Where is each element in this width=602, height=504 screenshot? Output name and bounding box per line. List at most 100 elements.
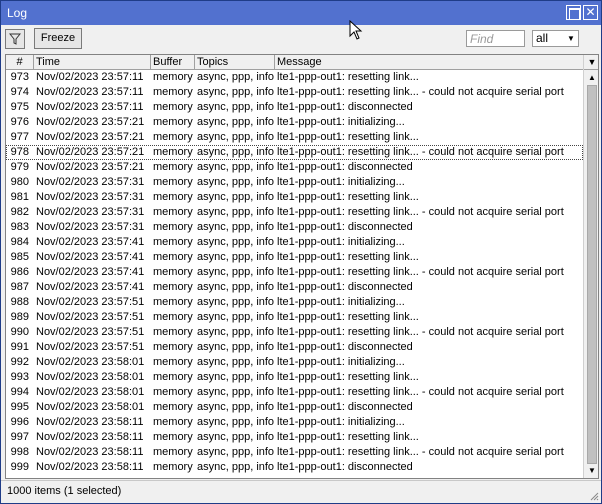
row-time: Nov/02/2023 23:58:11 [36, 431, 144, 443]
row-topics: async, ppp, info [197, 221, 275, 233]
row-topics: async, ppp, info [197, 236, 275, 248]
row-time: Nov/02/2023 23:57:21 [36, 116, 145, 128]
column-header-topics[interactable]: Topics [195, 55, 275, 69]
row-topics: async, ppp, info [197, 356, 275, 368]
maximize-icon[interactable] [566, 5, 581, 20]
table-row[interactable]: 977 Nov/02/2023 23:57:21 memory async, ppp,… [6, 130, 583, 145]
table-row[interactable]: 973 Nov/02/2023 23:57:11 memory async, ppp,… [6, 70, 583, 85]
table-row[interactable]: 991 Nov/02/2023 23:57:51 memory async, ppp,… [6, 340, 583, 355]
table-row[interactable]: 985 Nov/02/2023 23:57:41 memory async, ppp,… [6, 250, 583, 265]
table-row[interactable]: 978 Nov/02/2023 23:57:21 memory async, ppp,… [6, 145, 583, 160]
filter-select[interactable]: all ▼ [532, 30, 579, 47]
table-row[interactable]: 987 Nov/02/2023 23:57:41 memory async, ppp,… [6, 280, 583, 295]
row-message: lte1-ppp-out1: initializing... [277, 416, 405, 428]
row-number: 992 [10, 356, 29, 368]
row-message: lte1-ppp-out1: resetting link... [277, 131, 419, 143]
row-topics: async, ppp, info [197, 206, 275, 218]
table-row[interactable]: 989 Nov/02/2023 23:57:51 memory async, ppp,… [6, 310, 583, 325]
row-message: lte1-ppp-out1: resetting link... - could… [277, 206, 564, 218]
toolbar: Freeze all ▼ [1, 25, 601, 53]
row-topics: async, ppp, info [197, 101, 275, 113]
row-buffer: memory [153, 161, 193, 173]
row-time: Nov/02/2023 23:58:01 [36, 356, 145, 368]
row-number: 976 [10, 116, 29, 128]
column-header-number[interactable]: # [6, 55, 34, 69]
table-row[interactable]: 974 Nov/02/2023 23:57:11 memory async, ppp,… [6, 85, 583, 100]
table-row[interactable]: 986 Nov/02/2023 23:57:41 memory async, ppp,… [6, 265, 583, 280]
column-menu-arrow-icon[interactable]: ▼ [584, 55, 598, 70]
table-row[interactable]: 988 Nov/02/2023 23:57:51 memory async, ppp,… [6, 295, 583, 310]
row-message: lte1-ppp-out1: resetting link... - could… [277, 146, 564, 158]
row-number: 994 [10, 386, 29, 398]
column-header-time[interactable]: Time [34, 55, 151, 69]
log-table: # Time Buffer Topics Message 973 Nov/02/2… [5, 54, 599, 479]
row-time: Nov/02/2023 23:57:31 [36, 206, 145, 218]
vertical-scrollbar[interactable]: ▼ ▲ ▼ [583, 55, 598, 478]
filter-button[interactable] [5, 29, 25, 49]
table-row[interactable]: 994 Nov/02/2023 23:58:01 memory async, ppp,… [6, 385, 583, 400]
row-number: 982 [10, 206, 29, 218]
row-time: Nov/02/2023 23:58:01 [36, 386, 145, 398]
row-buffer: memory [153, 176, 193, 188]
table-row[interactable]: 983 Nov/02/2023 23:57:31 memory async, ppp,… [6, 220, 583, 235]
table-row[interactable]: 993 Nov/02/2023 23:58:01 memory async, ppp,… [6, 370, 583, 385]
row-buffer: memory [153, 221, 193, 233]
row-number: 983 [10, 221, 29, 233]
table-row[interactable]: 979 Nov/02/2023 23:57:21 memory async, ppp,… [6, 160, 583, 175]
scroll-up-arrow-icon[interactable]: ▲ [584, 71, 598, 85]
row-time: Nov/02/2023 23:57:51 [36, 326, 145, 338]
row-topics: async, ppp, info [197, 131, 275, 143]
table-row[interactable]: 997 Nov/02/2023 23:58:11 memory async, ppp,… [6, 430, 583, 445]
table-row[interactable]: 996 Nov/02/2023 23:58:11 memory async, ppp,… [6, 415, 583, 430]
row-time: Nov/02/2023 23:57:21 [36, 146, 145, 158]
row-time: Nov/02/2023 23:58:11 [36, 416, 144, 428]
table-row[interactable]: 999 Nov/02/2023 23:58:11 memory async, ppp,… [6, 460, 583, 475]
table-row[interactable]: 992 Nov/02/2023 23:58:01 memory async, ppp,… [6, 355, 583, 370]
row-message: lte1-ppp-out1: resetting link... - could… [277, 326, 564, 338]
table-row[interactable]: 976 Nov/02/2023 23:57:21 memory async, ppp,… [6, 115, 583, 130]
row-time: Nov/02/2023 23:57:21 [36, 161, 145, 173]
row-buffer: memory [153, 266, 193, 278]
row-topics: async, ppp, info [197, 146, 275, 158]
row-buffer: memory [153, 281, 193, 293]
row-number: 995 [10, 401, 29, 413]
row-topics: async, ppp, info [197, 281, 275, 293]
row-buffer: memory [153, 191, 193, 203]
row-message: lte1-ppp-out1: disconnected [277, 221, 413, 233]
row-topics: async, ppp, info [197, 326, 275, 338]
title-bar[interactable]: Log ✕ [1, 1, 601, 25]
column-header-buffer[interactable]: Buffer [151, 55, 195, 69]
row-topics: async, ppp, info [197, 191, 275, 203]
mouse-pointer-icon [349, 20, 363, 40]
table-row[interactable]: 984 Nov/02/2023 23:57:41 memory async, ppp,… [6, 235, 583, 250]
table-header: # Time Buffer Topics Message [6, 55, 583, 70]
row-message: lte1-ppp-out1: resetting link... - could… [277, 86, 564, 98]
row-message: lte1-ppp-out1: disconnected [277, 401, 413, 413]
row-buffer: memory [153, 146, 193, 158]
scroll-thumb[interactable] [587, 85, 597, 464]
row-topics: async, ppp, info [197, 86, 275, 98]
find-input[interactable] [466, 30, 525, 47]
freeze-button[interactable]: Freeze [34, 28, 82, 49]
funnel-icon [9, 33, 21, 45]
row-time: Nov/02/2023 23:57:31 [36, 176, 145, 188]
table-row[interactable]: 980 Nov/02/2023 23:57:31 memory async, ppp,… [6, 175, 583, 190]
row-topics: async, ppp, info [197, 296, 275, 308]
column-header-message[interactable]: Message [275, 55, 583, 69]
table-row[interactable]: 982 Nov/02/2023 23:57:31 memory async, ppp,… [6, 205, 583, 220]
row-message: lte1-ppp-out1: initializing... [277, 296, 405, 308]
row-message: lte1-ppp-out1: resetting link... [277, 191, 419, 203]
row-topics: async, ppp, info [197, 116, 275, 128]
row-message: lte1-ppp-out1: initializing... [277, 356, 405, 368]
row-buffer: memory [153, 251, 193, 263]
row-message: lte1-ppp-out1: initializing... [277, 236, 405, 248]
table-row[interactable]: 998 Nov/02/2023 23:58:11 memory async, ppp,… [6, 445, 583, 460]
close-icon[interactable]: ✕ [583, 5, 598, 20]
table-row[interactable]: 990 Nov/02/2023 23:57:51 memory async, ppp,… [6, 325, 583, 340]
table-row[interactable]: 975 Nov/02/2023 23:57:11 memory async, ppp,… [6, 100, 583, 115]
scroll-track[interactable] [585, 85, 598, 464]
resize-grip-icon[interactable] [589, 491, 599, 501]
table-row[interactable]: 995 Nov/02/2023 23:58:01 memory async, ppp,… [6, 400, 583, 415]
scroll-down-arrow-icon[interactable]: ▼ [584, 464, 598, 478]
table-row[interactable]: 981 Nov/02/2023 23:57:31 memory async, ppp,… [6, 190, 583, 205]
